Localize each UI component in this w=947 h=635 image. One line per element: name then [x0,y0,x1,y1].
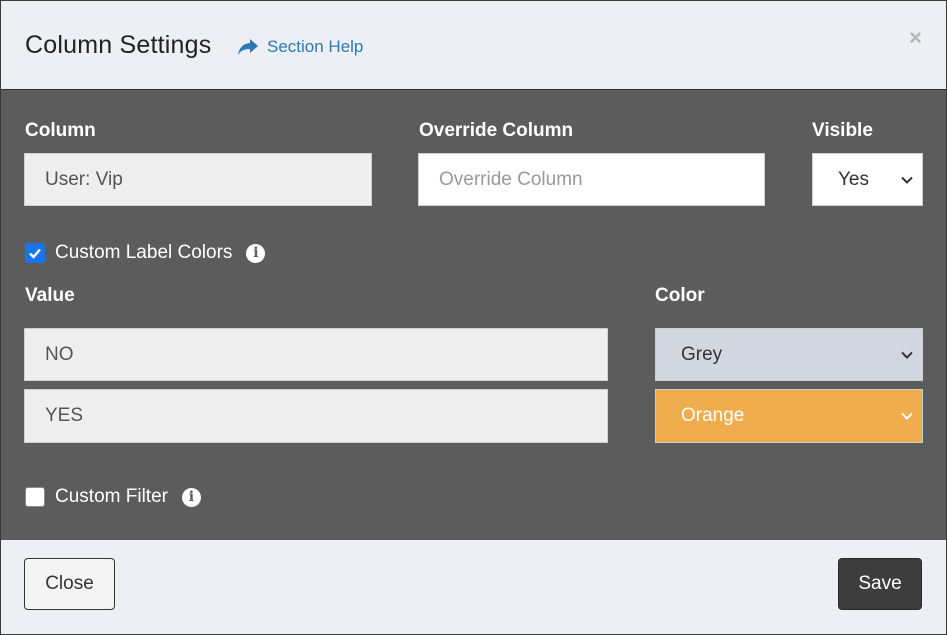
color-select-0[interactable]: Grey [655,328,923,381]
section-help-link[interactable]: Section Help [237,37,363,57]
override-column-input[interactable] [418,153,765,206]
info-circle-icon[interactable]: i [246,243,266,263]
visible-select[interactable]: Yes [812,153,923,206]
close-button[interactable]: Close [24,558,115,610]
section-help-label: Section Help [267,37,364,56]
override-column-label: Override Column [419,120,574,141]
chevron-down-icon [901,351,913,359]
column-label: Column [25,120,96,141]
value-header: Value [25,285,75,306]
color-select-1[interactable]: Orange [655,389,923,443]
color-header: Color [655,285,705,306]
save-button[interactable]: Save [838,558,922,610]
info-circle-icon[interactable]: i [181,487,201,507]
custom-filter-checkbox[interactable] [25,487,45,507]
color-select-value: Grey [681,343,723,365]
custom-filter-label: Custom Filter [55,486,168,507]
color-select-value: Orange [681,405,745,426]
column-settings-modal: Column Settings Section Help × Column Ov… [0,0,947,635]
custom-filter-row: Custom Filter i [25,486,201,508]
value-input-0[interactable] [24,328,608,381]
visible-label: Visible [812,120,873,141]
custom-label-colors-checkbox[interactable] [25,243,45,263]
value-input-1[interactable] [24,389,608,443]
column-input[interactable] [24,153,372,206]
chevron-down-icon [901,176,913,184]
checkmark-icon [29,248,41,259]
modal-body: Column Override Column Visible Yes Custo… [1,90,946,540]
modal-title: Column Settings [25,31,212,59]
custom-label-colors-label: Custom Label Colors [55,242,233,263]
chevron-down-icon [901,412,913,420]
close-icon[interactable]: × [909,25,922,51]
modal-header: Column Settings Section Help × [1,1,946,90]
custom-label-colors-row: Custom Label Colors i [25,242,266,264]
modal-footer: Close Save [1,540,946,634]
share-arrow-icon [238,39,258,55]
visible-select-value: Yes [838,168,869,190]
